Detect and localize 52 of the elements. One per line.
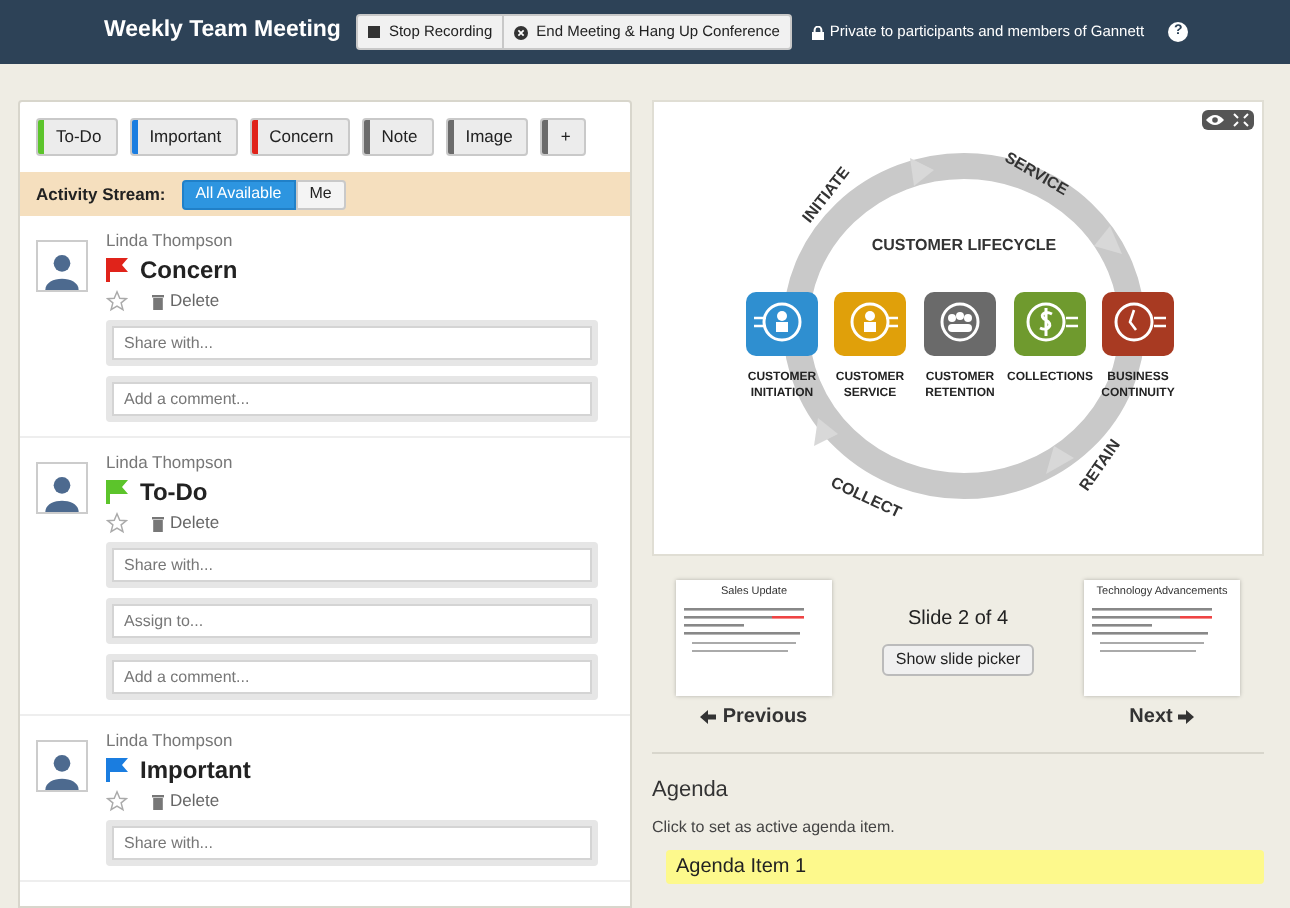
trash-icon: [152, 293, 164, 309]
meeting-title: Weekly Team Meeting: [104, 16, 341, 47]
lock-icon: [811, 25, 824, 39]
trash-icon: [152, 793, 164, 809]
input-field[interactable]: Share with...: [106, 542, 598, 588]
tag-button[interactable]: Important: [129, 118, 238, 156]
star-icon[interactable]: [106, 512, 128, 534]
next-link[interactable]: Next: [1129, 702, 1195, 732]
input-field[interactable]: Add a comment...: [106, 654, 598, 700]
eye-icon[interactable]: [1202, 110, 1228, 130]
author-name: Linda Thompson: [106, 730, 235, 750]
chevron-icon: [814, 418, 838, 446]
arrow-left-icon: [700, 710, 717, 724]
author-name: Linda Thompson: [106, 452, 235, 472]
chevron-icon: [1094, 226, 1122, 254]
delete-button[interactable]: Delete: [152, 790, 220, 812]
tag-button[interactable]: Concern: [249, 118, 350, 156]
star-icon[interactable]: [106, 290, 128, 312]
previous-link[interactable]: Previous: [700, 702, 808, 732]
filter-tab[interactable]: Me: [295, 179, 346, 209]
activity-stream-label: Activity Stream:: [36, 181, 166, 207]
trash-icon: [152, 515, 164, 531]
arrow-right-icon: [1178, 710, 1195, 724]
agenda-heading: Agenda: [652, 776, 730, 806]
diagram-title: CUSTOMER LIFECYCLE: [871, 236, 1057, 254]
input-field[interactable]: Share with...: [106, 820, 598, 866]
avatar: [36, 462, 88, 514]
agenda-hint: Click to set as active agenda item.: [652, 815, 897, 839]
agenda-item[interactable]: Agenda Item 1: [666, 849, 1264, 883]
input-field[interactable]: Add a comment...: [106, 376, 598, 422]
slide-picker-button[interactable]: Show slide picker: [881, 644, 1035, 676]
input-field[interactable]: Assign to...: [106, 598, 598, 644]
delete-button[interactable]: Delete: [152, 512, 220, 534]
entry-title: To-Do: [140, 478, 208, 506]
close-icon: [514, 25, 529, 39]
avatar: [36, 240, 88, 292]
stop-icon: [368, 26, 381, 38]
entry-title: Important: [140, 756, 251, 784]
author-name: Linda Thompson: [106, 230, 235, 250]
slide-counter: Slide 2 of 4: [907, 606, 1009, 634]
tag-button[interactable]: Note: [361, 118, 434, 156]
tag-button[interactable]: To-Do: [36, 118, 118, 156]
chevron-icon: [1046, 446, 1074, 474]
input-field[interactable]: Share with...: [106, 320, 598, 366]
chevron-icon: [910, 158, 934, 186]
entry-title: Concern: [140, 256, 238, 284]
delete-button[interactable]: Delete: [152, 290, 220, 312]
avatar: [36, 740, 88, 792]
tag-button[interactable]: +: [540, 118, 587, 156]
expand-icon[interactable]: [1228, 110, 1254, 130]
tag-button[interactable]: Image: [445, 118, 529, 156]
star-icon[interactable]: [106, 790, 128, 812]
